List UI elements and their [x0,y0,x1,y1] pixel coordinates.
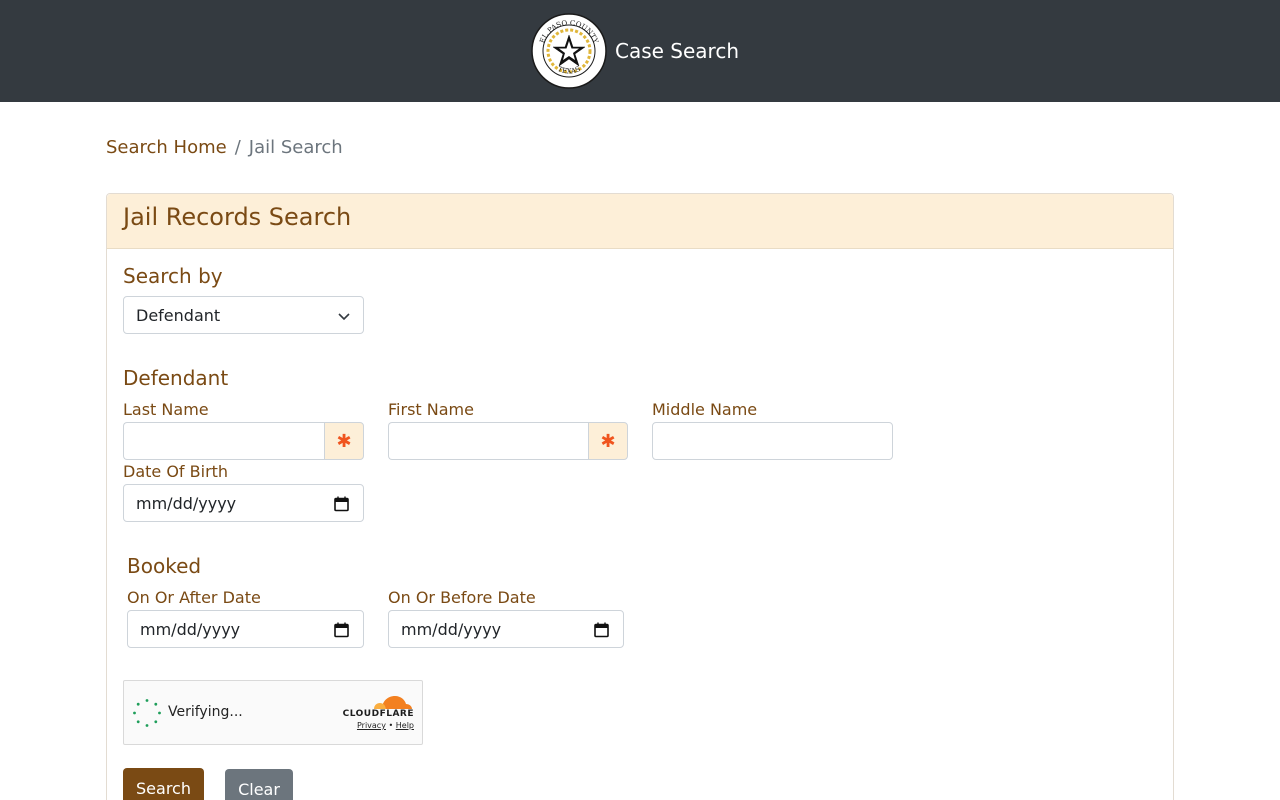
on-or-after-label: On Or After Date [127,588,261,607]
breadcrumb-search-home[interactable]: Search Home [106,137,227,158]
first-name-label: First Name [388,400,474,419]
captcha-help-link[interactable]: Help [396,721,414,730]
captcha-status: Verifying... [168,704,243,720]
search-by-selected: Defendant [136,305,221,325]
county-seal-logo: EL PASO COUNTY TEXAS [531,13,607,89]
first-name-input[interactable] [388,422,588,460]
breadcrumb-current: Jail Search [248,137,343,158]
clear-button[interactable]: Clear [225,769,293,800]
search-button[interactable]: Search [123,768,204,800]
last-name-input[interactable] [123,422,324,460]
dob-placeholder: mm/dd/yyyy [136,493,237,513]
calendar-icon[interactable] [594,622,609,638]
defendant-section-title: Defendant [123,366,229,390]
chevron-down-icon [338,313,350,321]
card-header: Jail Records Search [107,194,1173,249]
dob-input[interactable]: mm/dd/yyyy [123,484,364,522]
last-name-label: Last Name [123,400,209,419]
card-title: Jail Records Search [123,203,352,231]
site-title: Case Search [614,39,739,63]
on-or-before-date-input[interactable]: mm/dd/yyyy [388,610,624,648]
captcha-privacy-link[interactable]: Privacy [357,721,386,730]
search-by-label: Search by [123,264,223,288]
captcha-links-separator: • [388,721,394,730]
cloudflare-captcha-widget[interactable]: Verifying... CLOUDFLARE Privacy • Help [123,680,423,745]
spinner-icon [133,699,161,727]
required-asterisk-icon: ✱ [588,422,628,460]
middle-name-input[interactable] [652,422,893,460]
on-or-before-label: On Or Before Date [388,588,536,607]
on-or-after-date-input[interactable]: mm/dd/yyyy [127,610,364,648]
captcha-links: Privacy • Help [357,721,414,730]
breadcrumb: Search Home / Jail Search [106,137,343,158]
search-by-select[interactable]: Defendant [123,296,364,334]
first-name-group: ✱ [388,422,628,460]
on-or-before-placeholder: mm/dd/yyyy [401,619,502,639]
breadcrumb-separator: / [234,137,241,158]
middle-name-label: Middle Name [652,400,758,419]
navbar: EL PASO COUNTY TEXAS Case Search [0,0,1280,102]
brand[interactable]: EL PASO COUNTY TEXAS Case Search [531,13,739,89]
calendar-icon[interactable] [334,622,349,638]
booked-section-title: Booked [127,554,202,578]
last-name-group: ✱ [123,422,364,460]
cloudflare-brand-text: CLOUDFLARE [342,709,414,719]
on-or-after-placeholder: mm/dd/yyyy [140,619,241,639]
required-asterisk-icon: ✱ [324,422,364,460]
calendar-icon[interactable] [334,496,349,512]
dob-label: Date Of Birth [123,462,229,481]
